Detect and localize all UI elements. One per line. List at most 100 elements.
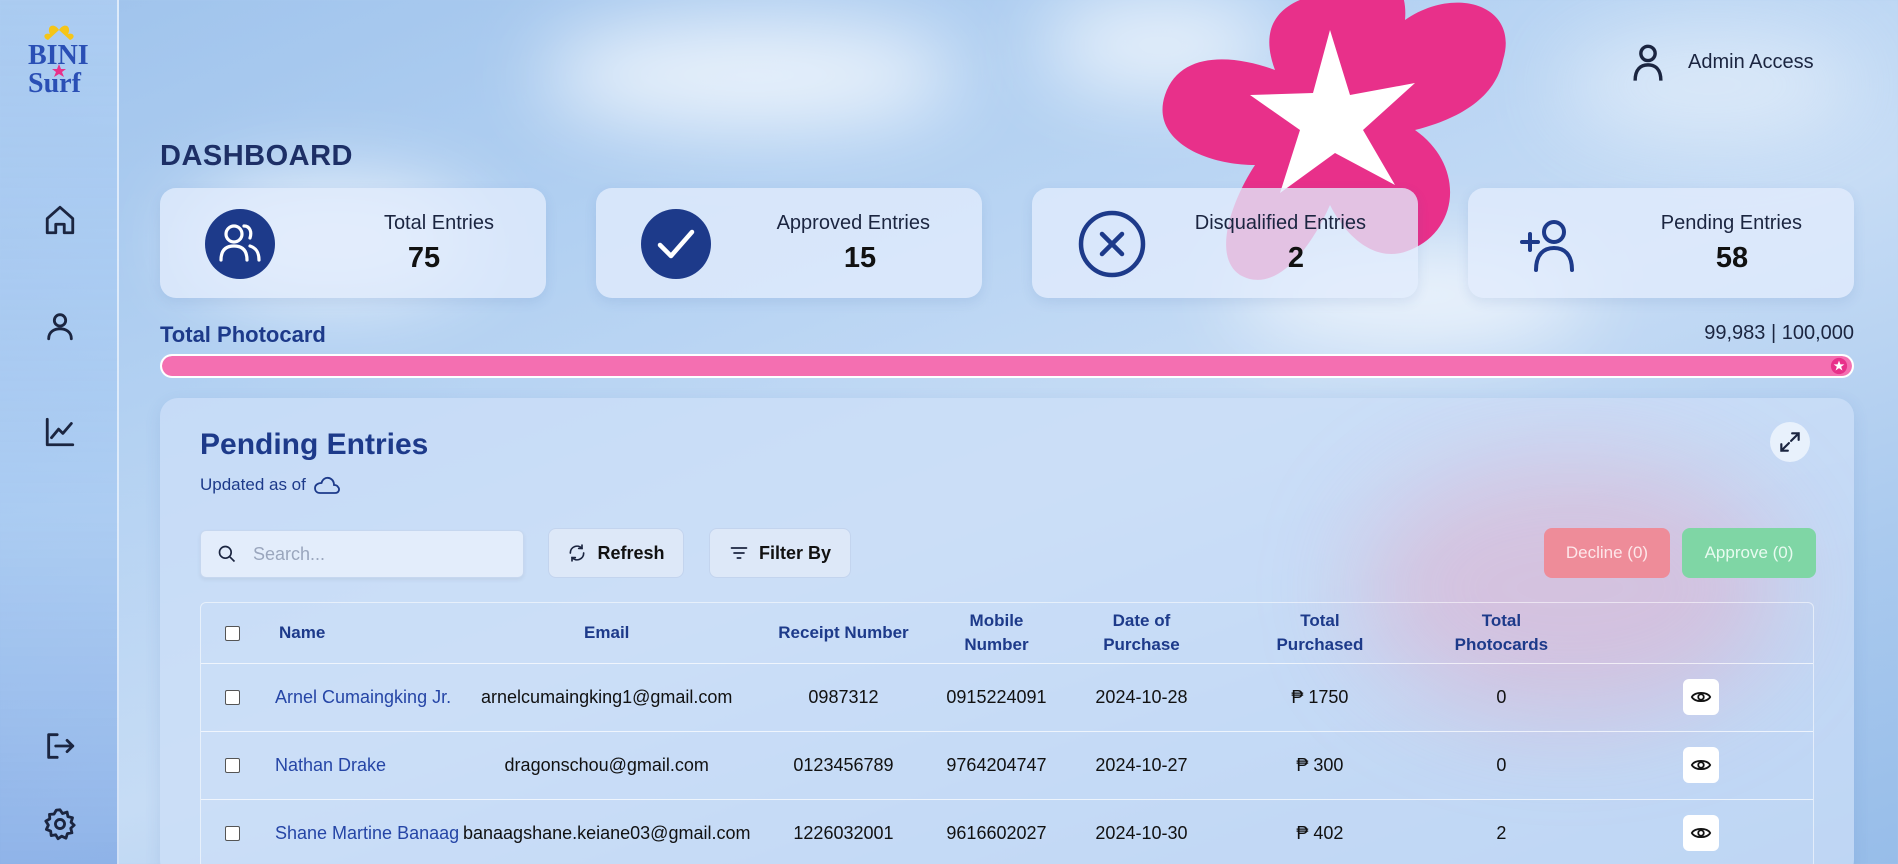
table-header-row: Name Email Receipt Number Mobile Number … — [201, 603, 1813, 664]
entry-receipt: 0123456789 — [750, 731, 937, 800]
chart-line-icon — [45, 417, 75, 447]
column-header-email[interactable]: Email — [463, 603, 751, 664]
nav-logout[interactable] — [40, 726, 80, 766]
entry-total-photocards: 0 — [1413, 731, 1590, 800]
stat-value: 15 — [843, 242, 877, 274]
entry-date: 2024-10-27 — [1056, 731, 1227, 800]
column-header-total-purchased[interactable]: Total Purchased — [1226, 603, 1414, 664]
row-actions-cell — [1589, 731, 1813, 800]
eye-icon — [1690, 827, 1712, 839]
expand-button[interactable] — [1770, 422, 1810, 462]
filter-button[interactable]: Filter By — [709, 528, 851, 578]
entry-mobile: 9764204747 — [936, 731, 1057, 800]
entries-table: Name Email Receipt Number Mobile Number … — [200, 602, 1814, 864]
stat-card-approved: Approved Entries 15 — [596, 188, 982, 298]
entry-receipt: 1226032001 — [750, 799, 937, 864]
stat-card-pending: Pending Entries 58 — [1468, 188, 1854, 298]
view-entry-button[interactable] — [1683, 679, 1720, 715]
eye-icon — [1690, 759, 1712, 771]
select-all-checkbox[interactable] — [224, 625, 240, 641]
entry-email: banaagshane.keiane03@gmail.com — [463, 799, 751, 864]
entry-name-link[interactable]: Shane Martine Banaag — [263, 799, 463, 864]
check-circle-icon — [641, 209, 711, 279]
nav-home[interactable] — [40, 200, 80, 240]
cloud-icon — [313, 476, 340, 494]
column-header-date[interactable]: Date of Purchase — [1056, 603, 1227, 664]
svg-text:Surf: Surf — [28, 68, 82, 96]
row-select-cell — [201, 799, 263, 864]
admin-account-menu[interactable]: Admin Access — [1630, 42, 1814, 82]
row-actions-cell — [1589, 799, 1813, 864]
binisurf-logo[interactable]: BINI Surf — [26, 24, 92, 96]
row-checkbox[interactable] — [224, 758, 240, 774]
search-icon — [218, 545, 236, 563]
admin-label: Admin Access — [1688, 50, 1814, 73]
row-select-cell — [201, 731, 263, 800]
expand-icon — [1780, 432, 1800, 452]
table-row: Nathan Drake dragonschou@gmail.com 01234… — [201, 731, 1813, 800]
user-plus-icon — [1520, 220, 1574, 272]
entry-email: dragonschou@gmail.com — [463, 731, 751, 800]
column-header-total-photocards[interactable]: Total Photocards — [1413, 603, 1590, 664]
photocard-progress-bar — [160, 354, 1854, 378]
eye-icon — [1690, 691, 1712, 703]
entry-date: 2024-10-28 — [1056, 663, 1227, 732]
view-entry-button[interactable] — [1683, 815, 1720, 851]
view-entry-button[interactable] — [1683, 747, 1720, 783]
home-icon — [45, 205, 75, 235]
updated-label: Updated as of — [200, 475, 306, 494]
stat-value: 75 — [407, 242, 441, 274]
x-circle-icon — [1078, 210, 1146, 278]
entry-receipt: 0987312 — [750, 663, 937, 732]
updated-as-of: Updated as of — [200, 474, 342, 496]
entry-mobile: 0915224091 — [936, 663, 1057, 732]
stat-label: Disqualified Entries — [1194, 212, 1366, 234]
entry-date: 2024-10-30 — [1056, 799, 1227, 864]
star-icon — [1830, 357, 1847, 375]
entry-name-link[interactable]: Arnel Cumaingking Jr. — [263, 663, 463, 732]
search-input[interactable] — [253, 543, 503, 565]
refresh-label: Refresh — [597, 542, 665, 563]
column-header-actions — [1589, 603, 1813, 664]
stat-label: Total Entries — [383, 212, 494, 234]
progress-fill — [162, 356, 1852, 376]
stat-label: Pending Entries — [1660, 212, 1802, 234]
row-checkbox[interactable] — [224, 690, 240, 706]
table-row: Arnel Cumaingking Jr. arnelcumaingking1@… — [201, 663, 1813, 732]
entry-total-purchased: ₱ 1750 — [1226, 663, 1414, 732]
entry-total-photocards: 0 — [1413, 663, 1590, 732]
stat-value: 2 — [1287, 242, 1305, 274]
entry-total-purchased: ₱ 402 — [1226, 799, 1414, 864]
entry-name-link[interactable]: Nathan Drake — [263, 731, 463, 800]
filter-label: Filter By — [758, 542, 832, 563]
search-box[interactable] — [200, 530, 524, 578]
row-select-cell — [201, 663, 263, 732]
nav-analytics[interactable] — [40, 412, 80, 452]
nav-settings[interactable] — [40, 804, 80, 844]
refresh-icon — [569, 544, 585, 562]
photocard-count: 99,983 | 100,000 — [1704, 322, 1854, 344]
column-header-name[interactable]: Name — [263, 603, 463, 664]
column-header-mobile[interactable]: Mobile Number — [936, 603, 1057, 664]
table-row: Shane Martine Banaag banaagshane.keiane0… — [201, 799, 1813, 864]
approve-button[interactable]: Approve (0) — [1682, 528, 1816, 578]
column-header-receipt[interactable]: Receipt Number — [750, 603, 937, 664]
panel-title: Pending Entries — [200, 428, 429, 461]
user-icon — [1633, 44, 1663, 81]
entry-total-photocards: 2 — [1413, 799, 1590, 864]
page-title: DASHBOARD — [160, 140, 353, 172]
stat-card-disqualified: Disqualified Entries 2 — [1032, 188, 1418, 298]
entry-total-purchased: ₱ 300 — [1226, 731, 1414, 800]
pending-entries-panel: Pending Entries Updated as of Refresh Fi… — [160, 398, 1854, 864]
stat-value: 58 — [1715, 242, 1749, 274]
row-checkbox[interactable] — [224, 826, 240, 842]
user-icon — [47, 313, 73, 341]
refresh-button[interactable]: Refresh — [548, 528, 684, 578]
stat-label: Approved Entries — [776, 212, 930, 234]
logout-icon — [47, 733, 75, 759]
users-icon — [205, 209, 275, 279]
decline-button[interactable]: Decline (0) — [1544, 528, 1670, 578]
entry-email: arnelcumaingking1@gmail.com — [463, 663, 751, 732]
nav-user[interactable] — [40, 306, 80, 346]
stat-card-total: Total Entries 75 — [160, 188, 546, 298]
